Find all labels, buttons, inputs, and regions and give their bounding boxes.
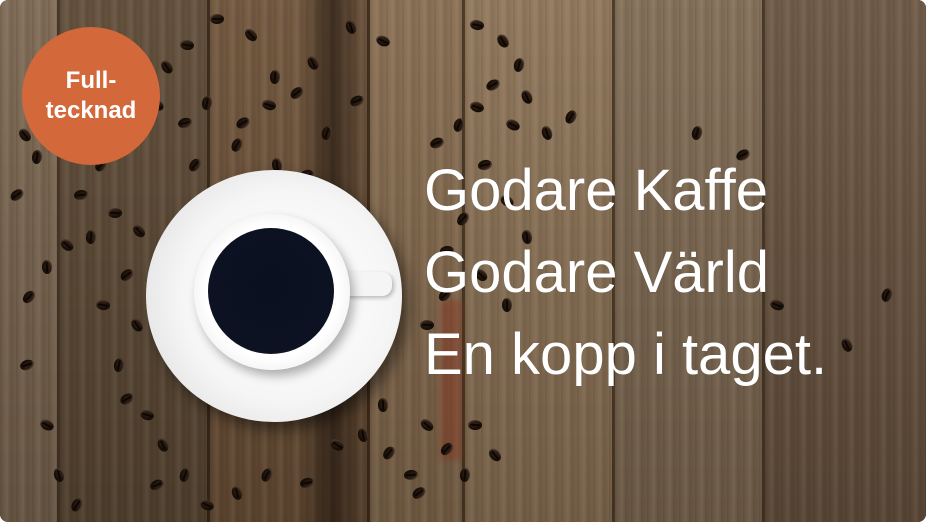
badge-line-1: Full-	[65, 67, 117, 94]
headline-line-2: Godare Värld	[424, 240, 769, 305]
headline-line-1: Godare Kaffe	[424, 158, 768, 223]
full-tecknad-badge: Full- tecknad	[22, 27, 160, 165]
coffee-liquid	[208, 228, 334, 354]
coffee-bean	[107, 207, 123, 219]
headline: Godare Kaffe Godare Värld En kopp i tage…	[424, 150, 924, 396]
coffee-bean	[210, 14, 224, 24]
badge-line-2: tecknad	[45, 97, 137, 124]
banner-card[interactable]: Full- tecknad Godare Kaffe Godare Värld …	[0, 0, 926, 522]
headline-line-3: En kopp i taget.	[424, 322, 828, 387]
